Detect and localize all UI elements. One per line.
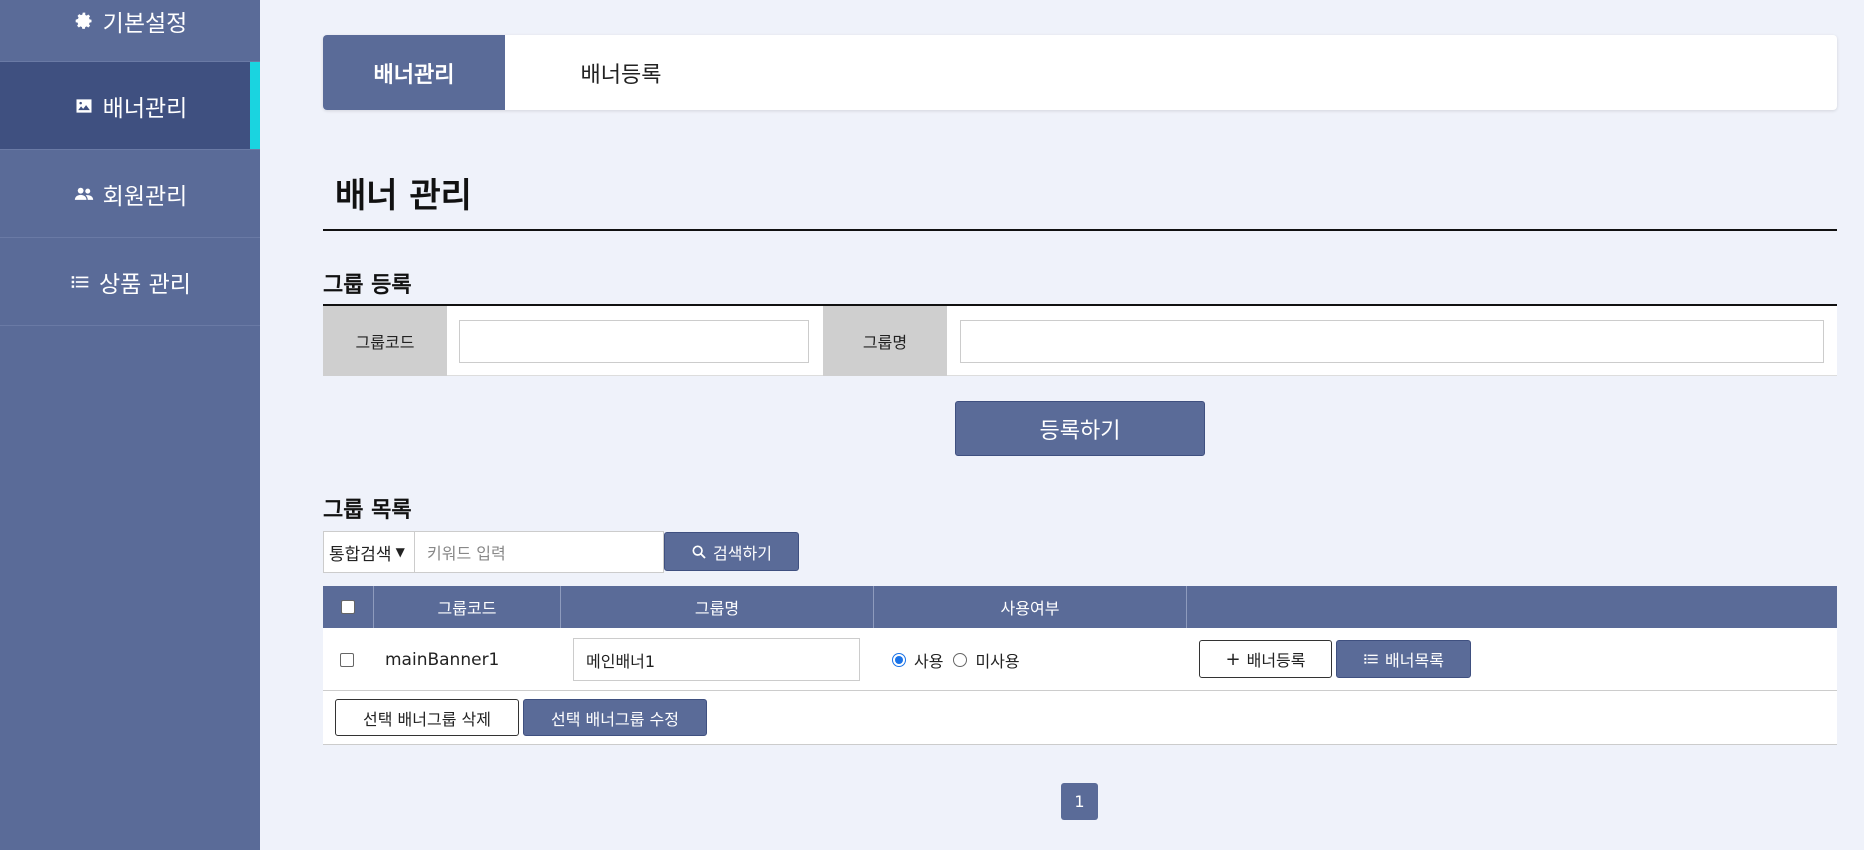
search-type-value: 통합검색 <box>329 544 392 565</box>
list-icon <box>1363 651 1379 667</box>
tab-banner-register[interactable]: 배너등록 <box>505 35 737 110</box>
sidebar-item-label: 기본설정 <box>102 10 188 37</box>
group-register-title: 그룹 등록 <box>323 273 412 298</box>
group-name-edit-input[interactable]: 메인배너1 <box>573 638 860 681</box>
register-button[interactable]: 등록하기 <box>955 401 1205 456</box>
group-code-cell: mainBanner1 <box>385 649 500 670</box>
banner-list-label: 배너목록 <box>1385 651 1444 670</box>
sidebar-item-label: 상품 관리 <box>99 271 191 298</box>
group-name-label: 그룹명 <box>823 306 947 376</box>
search-type-select[interactable]: 통합검색 ▼ <box>323 531 415 573</box>
pagination-page-button[interactable]: 1 <box>1061 783 1098 820</box>
group-register-form: 그룹코드 그룹명 <box>323 304 1837 376</box>
search-button[interactable]: 검색하기 <box>664 532 799 571</box>
gear-icon <box>73 10 95 32</box>
group-list-title: 그룹 목록 <box>323 498 412 523</box>
add-banner-button[interactable]: + 배너등록 <box>1199 640 1332 678</box>
use-radio-label: 사용 <box>914 651 944 671</box>
search-placeholder: 키워드 입력 <box>427 544 506 563</box>
sidebar-item-label: 회원관리 <box>102 183 188 210</box>
chevron-down-icon: ▼ <box>395 545 405 559</box>
page-title: 배너 관리 <box>335 176 472 216</box>
tab-banner-manage[interactable]: 배너관리 <box>323 35 505 110</box>
sidebar-item-label: 배너관리 <box>102 95 188 122</box>
search-input[interactable]: 키워드 입력 <box>414 531 664 573</box>
column-header: 그룹코드 <box>374 586 561 628</box>
list-icon <box>69 271 91 293</box>
tab-bar: 배너관리 배너등록 <box>323 35 1837 110</box>
sidebar-item-banner[interactable]: 배너관리 <box>0 62 260 150</box>
table-row: mainBanner1 메인배너1 사용 미사용 + 배너등록 배너목록 <box>323 628 1837 691</box>
delete-selected-button[interactable]: 선택 배너그룹 삭제 <box>335 699 519 736</box>
unused-radio[interactable] <box>953 652 968 667</box>
active-indicator <box>250 62 260 149</box>
search-icon <box>691 544 707 560</box>
users-icon <box>73 183 95 205</box>
edit-selected-button[interactable]: 선택 배너그룹 수정 <box>523 699 707 736</box>
use-radio[interactable] <box>892 652 906 667</box>
table-actions: 선택 배너그룹 삭제 선택 배너그룹 수정 <box>323 691 1837 745</box>
row-checkbox-cell <box>340 628 354 691</box>
group-code-label: 그룹코드 <box>323 306 447 376</box>
row-checkbox[interactable] <box>340 652 354 667</box>
group-code-input[interactable] <box>459 320 809 363</box>
sidebar-item-members[interactable]: 회원관리 <box>0 150 260 238</box>
add-banner-label: 배너등록 <box>1246 651 1306 670</box>
column-header: 사용여부 <box>874 586 1187 628</box>
plus-icon: + <box>1225 648 1241 670</box>
table-header: 그룹코드 그룹명 사용여부 <box>323 586 1837 628</box>
column-header <box>1187 586 1837 628</box>
group-name-input[interactable] <box>960 320 1824 363</box>
banner-list-button[interactable]: 배너목록 <box>1336 640 1471 678</box>
select-all-checkbox[interactable] <box>341 600 355 614</box>
column-header: 그룹명 <box>561 586 874 628</box>
search-button-label: 검색하기 <box>713 543 772 563</box>
group-name-cell: 메인배너1 <box>573 628 860 691</box>
title-divider <box>323 229 1837 231</box>
use-status-cell: 사용 미사용 <box>892 628 1020 691</box>
select-all-cell <box>323 586 374 628</box>
image-icon <box>73 95 95 117</box>
unused-radio-label: 미사용 <box>975 651 1020 671</box>
sidebar-item-settings[interactable]: 기본설정 <box>0 0 260 62</box>
sidebar: 기본설정 배너관리 회원관리 상품 관리 <box>0 0 260 850</box>
sidebar-item-products[interactable]: 상품 관리 <box>0 238 260 326</box>
